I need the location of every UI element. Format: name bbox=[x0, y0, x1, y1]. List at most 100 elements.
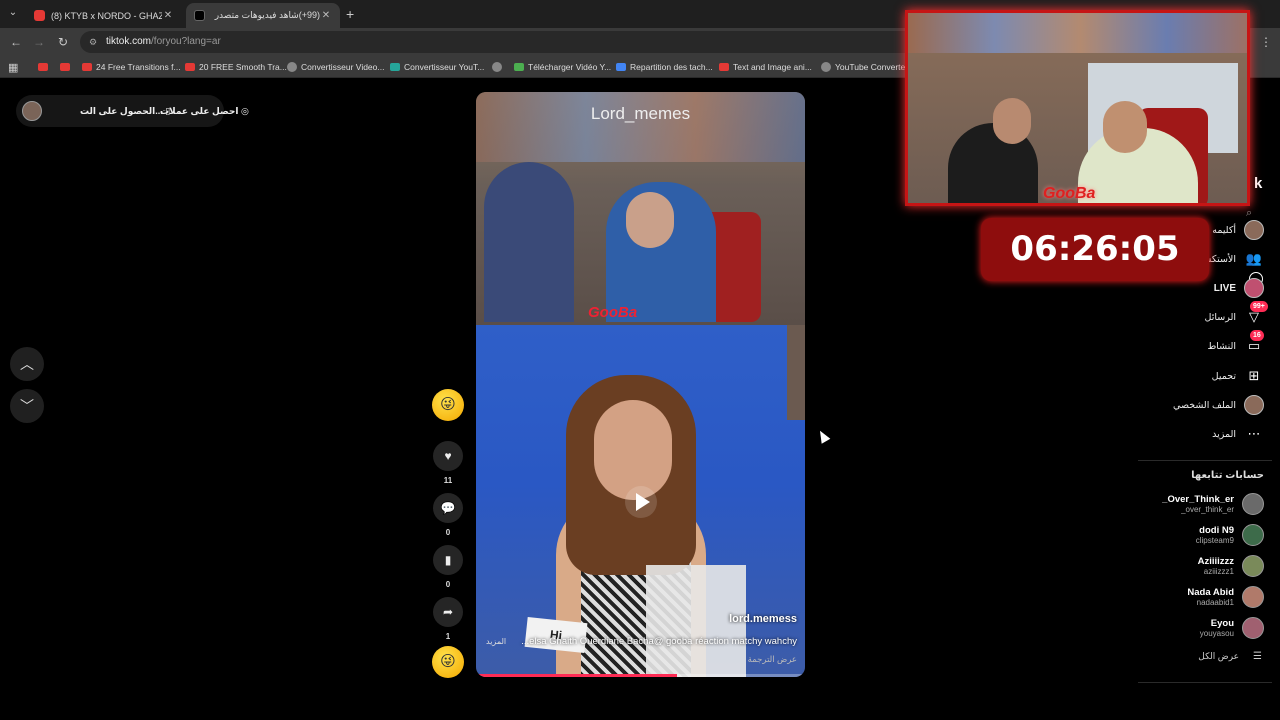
save-count: 0 bbox=[445, 580, 451, 589]
close-tab-icon[interactable]: ✕ bbox=[162, 10, 174, 21]
following-account[interactable]: _Over_Think_er _over_think_er bbox=[1162, 491, 1264, 517]
bookmark-label: 20 FREE Smooth Tra... bbox=[199, 62, 287, 72]
video-player[interactable]: Lord_memes GooBa Hi lord.memess ...elsa … bbox=[476, 92, 805, 677]
sidebar-item-more[interactable]: ⋯ المزيد bbox=[1212, 423, 1264, 445]
new-tab-icon[interactable]: + bbox=[346, 6, 354, 22]
bookmark-label: YouTube Converter bbox=[835, 62, 909, 72]
mouse-cursor bbox=[815, 428, 831, 444]
youtube-icon bbox=[34, 10, 45, 21]
tiktok-logo-partial[interactable]: k bbox=[1254, 175, 1262, 192]
convert-icon bbox=[390, 63, 400, 71]
bookmark-item[interactable]: Convertisseur YouT... bbox=[390, 60, 484, 74]
sidebar-item-live[interactable]: LIVE bbox=[1214, 277, 1264, 299]
youtube-icon bbox=[38, 63, 48, 71]
bookmark-label: Convertisseur YouT... bbox=[404, 62, 485, 72]
video-watermark: Lord_memes bbox=[590, 104, 691, 123]
bookmark-item[interactable]: 20 FREE Smooth Tra... bbox=[185, 60, 287, 74]
creator-avatar[interactable]: 😜 bbox=[432, 389, 464, 421]
bookmark-item[interactable]: Text and Image ani... bbox=[719, 60, 812, 74]
get-coins-button[interactable]: احصل على عملات ◎ bbox=[160, 95, 249, 127]
sidebar-item-following[interactable]: أكليمه bbox=[1212, 219, 1264, 241]
back-icon[interactable]: ← bbox=[8, 34, 24, 50]
progress-fill bbox=[476, 674, 677, 677]
bookmark-item[interactable]: Convertisseur Video... bbox=[287, 60, 384, 74]
address-bar[interactable]: ⚙ tiktok.com/foryou?lang=ar bbox=[80, 31, 920, 53]
sidebar-item-profile[interactable]: الملف الشخصي bbox=[1173, 394, 1264, 416]
avatar bbox=[1242, 555, 1264, 577]
share-icon: ➦ bbox=[442, 605, 454, 619]
bookmark-item[interactable]: 24 Free Transitions f... bbox=[82, 60, 181, 74]
coin-icon: ◎ bbox=[240, 106, 249, 116]
more-link[interactable]: المزيد bbox=[486, 637, 506, 646]
youtube-icon bbox=[60, 63, 70, 71]
stream-timer: 06:26:05 bbox=[981, 218, 1209, 281]
previous-video-button[interactable]: ︿ bbox=[10, 347, 44, 381]
bookmark-item[interactable]: Repartition des tach... bbox=[616, 60, 713, 74]
browser-tab-tiktok[interactable]: (99+)شاهد فيديوهات متصدر ✕ bbox=[186, 3, 340, 28]
video-author[interactable]: lord.memess bbox=[729, 613, 797, 625]
next-video-button[interactable]: ﹀ bbox=[10, 389, 44, 423]
following-account[interactable]: dodi N9 clipsteam9 bbox=[1196, 522, 1264, 548]
browser-menu-icon[interactable]: ⋮ bbox=[1258, 34, 1274, 50]
sidebar-item-upload[interactable]: ⊞ تحميل bbox=[1212, 365, 1264, 387]
live-icon bbox=[1244, 278, 1264, 298]
like-button[interactable]: ♥ bbox=[433, 441, 463, 471]
apps-grid-icon[interactable]: ▦ bbox=[8, 60, 18, 74]
close-tab-icon[interactable]: ✕ bbox=[320, 10, 332, 21]
see-all-button[interactable]: ☰ عرض الكل bbox=[1198, 651, 1262, 662]
comment-button[interactable]: 💬 bbox=[433, 493, 463, 523]
bookmark-item[interactable] bbox=[492, 60, 506, 74]
inbox-icon: ▽ 99+ bbox=[1244, 301, 1268, 327]
download-icon bbox=[514, 63, 524, 71]
activity-badge: 16 bbox=[1250, 330, 1264, 341]
doc-icon bbox=[616, 63, 626, 71]
account-handle: youyasou bbox=[1199, 628, 1234, 638]
inbox-badge: 99+ bbox=[1250, 301, 1268, 312]
get-app-button[interactable]: الحصول على الت... ▯ bbox=[80, 95, 170, 127]
sidebar-item-label: النشاط bbox=[1207, 340, 1236, 352]
site-info-icon[interactable]: ⚙ bbox=[89, 31, 97, 53]
globe-icon bbox=[821, 62, 831, 72]
account-name: Eyou bbox=[1210, 617, 1234, 629]
forward-icon[interactable]: → bbox=[31, 34, 47, 50]
save-button[interactable]: ▮ bbox=[433, 545, 463, 575]
bookmark-item[interactable]: Télécharger Vidéo Y... bbox=[514, 60, 611, 74]
comment-icon: 💬 bbox=[440, 501, 456, 515]
video-caption: ...elsa Ghaith Ouerdiane Bacha@ gooba ré… bbox=[521, 636, 797, 647]
share-button[interactable]: ➦ bbox=[433, 597, 463, 627]
music-disc-avatar[interactable]: 😜 bbox=[432, 646, 464, 678]
tab-search-dropdown-icon[interactable]: ⌄ bbox=[6, 7, 20, 21]
video-progress-bar[interactable] bbox=[476, 674, 805, 677]
following-account[interactable]: Nada Abid nadaabid1 bbox=[1187, 584, 1264, 610]
sidebar-item-label: المزيد bbox=[1212, 428, 1236, 440]
url-host: tiktok.com bbox=[106, 36, 152, 47]
see-translation-link[interactable]: عرض الترجمة bbox=[748, 654, 797, 665]
sidebar-item-label: LIVE bbox=[1213, 282, 1236, 294]
bookmark-label: 24 Free Transitions f... bbox=[96, 62, 181, 72]
bookmark-item[interactable] bbox=[38, 60, 52, 74]
sidebar-item-activity[interactable]: ▭ 16 النشاط bbox=[1207, 330, 1264, 357]
browser-tab-youtube[interactable]: (8) KTYB x NORDO - GHAZALI ( ✕ bbox=[26, 3, 182, 28]
avatar[interactable] bbox=[22, 101, 42, 121]
reload-icon[interactable]: ↻ bbox=[55, 34, 71, 50]
bookmark-item[interactable]: YouTube Converter bbox=[821, 60, 908, 74]
play-icon[interactable] bbox=[625, 486, 657, 518]
account-handle: clipsteam9 bbox=[1195, 535, 1234, 545]
youtube-icon bbox=[719, 63, 729, 71]
bookmark-label: Text and Image ani... bbox=[733, 62, 812, 72]
bookmark-item[interactable] bbox=[60, 60, 74, 74]
share-count: 1 bbox=[445, 632, 451, 641]
url-path: /foryou?lang=ar bbox=[151, 36, 221, 47]
bookmark-label: Convertisseur Video... bbox=[301, 62, 385, 72]
following-account[interactable]: Aziiiizzz aziiizzz1 bbox=[1198, 553, 1264, 579]
webcam-flags bbox=[908, 13, 1247, 53]
avatar bbox=[1242, 586, 1264, 608]
chevron-down-icon: ﹀ bbox=[20, 398, 34, 414]
youtube-icon bbox=[82, 63, 92, 71]
sidebar-item-inbox[interactable]: ▽ 99+ الرسائل bbox=[1205, 301, 1268, 328]
sidebar-divider bbox=[1138, 682, 1272, 683]
users-icon: 👥 bbox=[1245, 251, 1263, 266]
chevron-up-icon: ︿ bbox=[20, 356, 34, 372]
inset-strip bbox=[787, 325, 805, 420]
following-account[interactable]: Eyou youyasou bbox=[1200, 615, 1264, 641]
